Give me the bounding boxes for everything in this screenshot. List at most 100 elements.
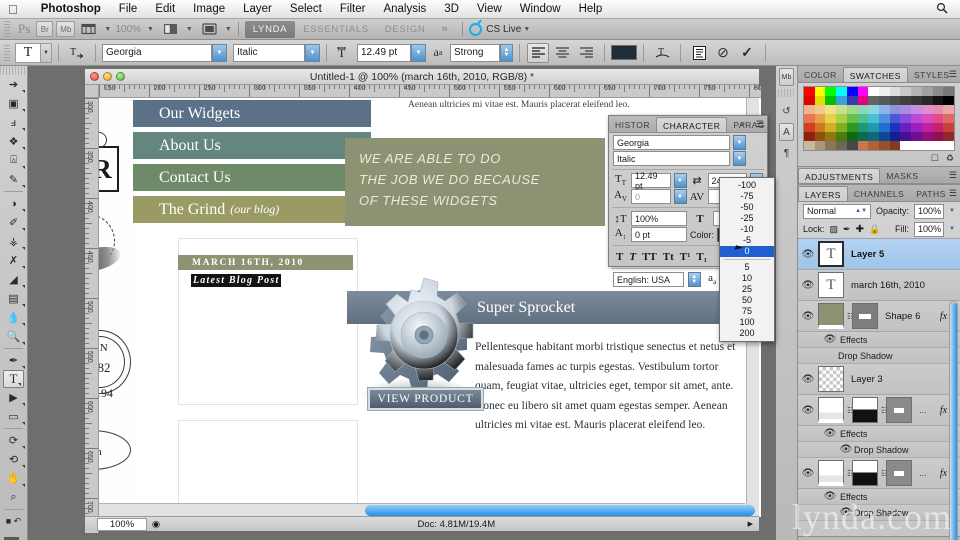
swatch-65[interactable]: [900, 123, 912, 132]
arrange-documents-icon[interactable]: [199, 21, 220, 37]
tracking-option-5[interactable]: 5: [720, 262, 774, 273]
view-product-button[interactable]: VIEW PRODUCT: [368, 388, 483, 410]
swatch-88[interactable]: [846, 141, 858, 150]
zoom-window-icon[interactable]: [116, 72, 125, 81]
font-size-input[interactable]: 12.49 pt: [357, 43, 411, 62]
swatch-50[interactable]: [889, 114, 901, 123]
swatch-55[interactable]: [943, 114, 954, 123]
drop-shadow-visibility-icon[interactable]: 👁: [838, 444, 854, 455]
tab-character[interactable]: CHARACTER: [655, 117, 728, 132]
swatch-68[interactable]: [932, 123, 944, 132]
menu-filter[interactable]: Filter: [331, 3, 375, 15]
swatch-63[interactable]: [879, 123, 890, 132]
swatch-20[interactable]: [868, 96, 879, 105]
font-family-input[interactable]: Georgia: [102, 43, 212, 62]
swatch-61[interactable]: [857, 123, 869, 132]
swatch-14[interactable]: [804, 96, 815, 105]
table-row[interactable]: 👁 ☷ Shape 6 fx ▲: [798, 301, 960, 332]
swatch-91[interactable]: [879, 141, 890, 150]
view-extras-icon[interactable]: [78, 21, 99, 37]
swatch-51[interactable]: [900, 114, 912, 123]
layer-visibility-icon[interactable]: 👁: [798, 280, 818, 291]
swatch-18[interactable]: [846, 96, 858, 105]
tool-eyedropper-tool[interactable]: ✎: [0, 170, 27, 189]
tool-brush-tool[interactable]: ✐: [0, 213, 27, 232]
nav-item-about-us[interactable]: About Us: [133, 132, 371, 159]
swatch-90[interactable]: [868, 141, 879, 150]
menu-edit[interactable]: Edit: [146, 3, 184, 15]
layer-vector-mask-thumbnail[interactable]: [886, 460, 912, 486]
swatch-11[interactable]: [921, 87, 933, 96]
tracking-option-neg100[interactable]: -100: [720, 180, 774, 191]
view-extras-chevron-down-icon[interactable]: ▼: [104, 26, 111, 33]
swatch-84[interactable]: [804, 141, 815, 150]
swatch-72[interactable]: [825, 132, 837, 141]
menu-layer[interactable]: Layer: [234, 3, 281, 15]
layer-thumbnail[interactable]: [818, 303, 844, 329]
launch-mini-bridge-button[interactable]: Mb: [56, 21, 76, 37]
superscript-button[interactable]: T¹: [680, 251, 691, 263]
swatch-74[interactable]: [846, 132, 858, 141]
swatch-19[interactable]: [857, 96, 869, 105]
layer-drop-shadow-row[interactable]: Drop Shadow: [798, 348, 960, 364]
swatch-42[interactable]: [804, 114, 815, 123]
char-font-size-chevron-down-icon[interactable]: ▼: [673, 173, 687, 188]
layer-thumbnail[interactable]: [818, 397, 844, 423]
history-icon[interactable]: ↺: [776, 100, 797, 122]
tab-layers[interactable]: LAYERS: [798, 186, 848, 201]
zoom-level-field[interactable]: 100%: [111, 24, 145, 35]
menu-file[interactable]: File: [110, 3, 147, 15]
layer-thumbnail[interactable]: T: [818, 241, 844, 267]
nav-item-the-grind[interactable]: The Grind (our blog): [133, 196, 371, 223]
swatch-38[interactable]: [911, 105, 922, 114]
char-font-family-input[interactable]: Georgia: [613, 135, 730, 150]
tracking-option-0[interactable]: 0: [720, 246, 774, 257]
swatch-10[interactable]: [911, 87, 922, 96]
new-swatch-icon[interactable]: ☐: [931, 153, 939, 164]
toggle-character-panel-icon[interactable]: [688, 43, 710, 63]
tool-preset-chevron-down-icon[interactable]: ▼: [41, 42, 52, 63]
swatch-95[interactable]: [921, 141, 933, 150]
tab-channels[interactable]: CHANNELS: [848, 186, 910, 201]
swatch-89[interactable]: [857, 141, 869, 150]
swatch-1[interactable]: [814, 87, 826, 96]
workspace-lynda[interactable]: LYNDA: [244, 20, 296, 38]
effects-visibility-icon[interactable]: 👁: [820, 491, 840, 502]
swatch-62[interactable]: [868, 123, 879, 132]
tool-hand-tool[interactable]: ✋: [0, 469, 27, 488]
search-icon[interactable]: [936, 2, 948, 17]
character-icon[interactable]: A: [779, 123, 794, 141]
apple-icon[interactable]: : [8, 3, 18, 16]
swatch-70[interactable]: [804, 132, 815, 141]
layer-effects-row[interactable]: 👁 Effects: [798, 426, 960, 442]
tool-quick-selection-tool[interactable]: ❖: [0, 132, 27, 151]
layer-effects-row[interactable]: 👁 Effects: [798, 489, 960, 505]
tool-path-selection-tool[interactable]: ▶: [0, 388, 27, 407]
horizontal-scrollbar[interactable]: [99, 503, 755, 516]
close-icon[interactable]: [90, 72, 99, 81]
swatch-4[interactable]: [846, 87, 858, 96]
swatch-86[interactable]: [825, 141, 837, 150]
workspace-essentials[interactable]: ESSENTIALS: [295, 21, 377, 38]
tool-lasso-tool[interactable]: ⅎ: [0, 113, 27, 132]
swatch-57[interactable]: [814, 123, 826, 132]
swatch-40[interactable]: [932, 105, 944, 114]
swatch-37[interactable]: [900, 105, 912, 114]
char-language-input[interactable]: English: USA: [613, 272, 684, 287]
faux-italic-button[interactable]: T: [629, 251, 636, 263]
layer-effects-row[interactable]: 👁 Effects: [798, 332, 960, 348]
text-color-swatch[interactable]: [611, 45, 637, 60]
menu-select[interactable]: Select: [281, 3, 331, 15]
delete-swatch-icon[interactable]: ♻: [946, 153, 954, 164]
tool-blur-tool[interactable]: 💧: [0, 308, 27, 327]
swatch-49[interactable]: [879, 114, 890, 123]
swatch-0[interactable]: [804, 87, 815, 96]
swatch-87[interactable]: [836, 141, 847, 150]
default-colors-icon[interactable]: ■ ↶: [0, 512, 27, 531]
tool-crop-tool[interactable]: ⍓: [0, 151, 27, 170]
anti-aliasing-input[interactable]: Strong: [450, 43, 500, 62]
menu-3d[interactable]: 3D: [435, 3, 468, 15]
swatch-25[interactable]: [921, 96, 933, 105]
swatch-47[interactable]: [857, 114, 869, 123]
swatch-44[interactable]: [825, 114, 837, 123]
